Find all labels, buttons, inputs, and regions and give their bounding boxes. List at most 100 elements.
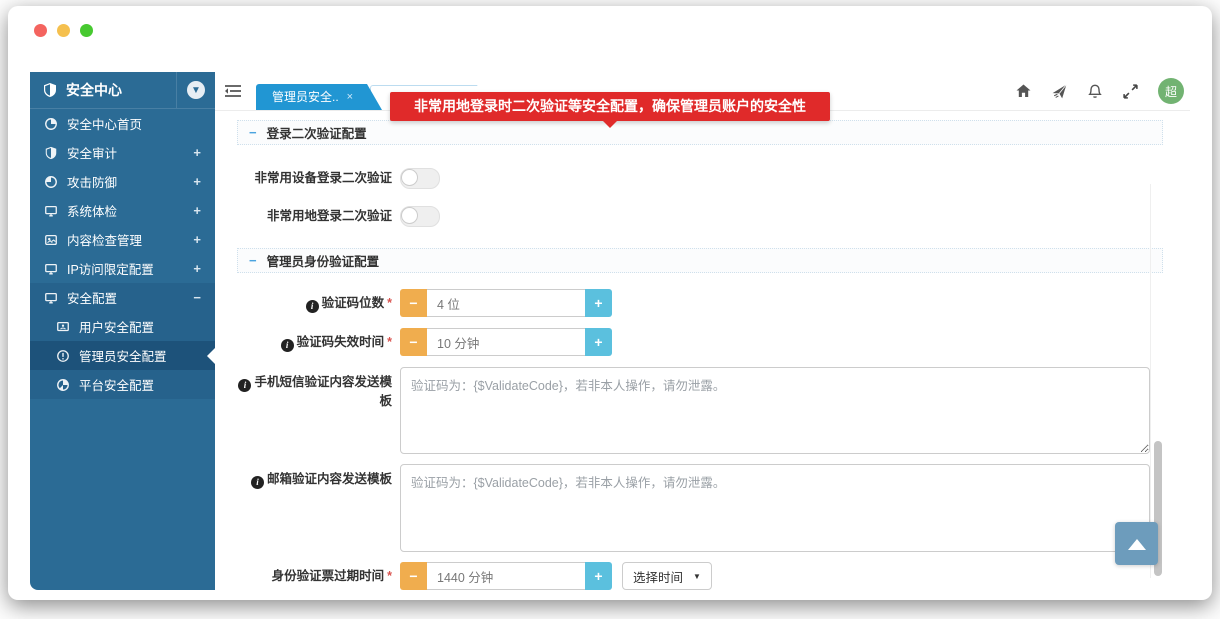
help-tooltip: 非常用地登录时二次验证等安全配置，确保管理员账户的安全性	[390, 92, 830, 121]
increment-button[interactable]: +	[585, 289, 612, 317]
sidebar-item-platform-security-config[interactable]: 平台安全配置	[30, 370, 215, 399]
expand-plus-icon[interactable]: +	[193, 261, 201, 276]
section-header-admin-identity[interactable]: − 管理员身份验证配置	[237, 248, 1163, 273]
sidebar-item-label: 系统体检	[67, 201, 193, 220]
home-icon[interactable]	[1015, 83, 1032, 99]
sidebar-title: 安全中心	[66, 80, 176, 100]
decrement-button[interactable]: −	[400, 562, 427, 590]
increment-button[interactable]: +	[585, 562, 612, 590]
unusual-device-2fa-toggle[interactable]	[400, 168, 440, 189]
field-label: 非常用设备登录二次验证	[237, 169, 392, 187]
decrement-button[interactable]: −	[400, 289, 427, 317]
code-digits-stepper: − +	[400, 289, 612, 317]
settings-panel: − 登录二次验证配置 非常用设备登录二次验证 非常用地登录二次验证 − 管理员身…	[215, 110, 1190, 590]
window-titlebar	[8, 6, 1212, 72]
sidebar-item-ip-access[interactable]: IP访问限定配置 +	[30, 254, 215, 283]
sidebar-item-label: 用户安全配置	[79, 317, 201, 336]
code-expiry-stepper: − +	[400, 328, 612, 356]
pie-icon	[56, 378, 70, 392]
shield-logo-icon	[42, 82, 58, 98]
sidebar-item-label: 管理员安全配置	[79, 346, 201, 365]
scroll-to-top-button[interactable]	[1115, 522, 1158, 565]
monitor-icon	[44, 204, 58, 218]
unusual-location-2fa-toggle[interactable]	[400, 206, 440, 227]
info-icon: i	[238, 379, 251, 392]
chevron-down-icon[interactable]: ▼	[187, 81, 205, 99]
required-asterisk: *	[387, 335, 392, 349]
field-label: 身份验证票过期时间*	[237, 567, 392, 585]
toggle-row-unusual-location: 非常用地登录二次验证	[237, 206, 1163, 226]
tab-admin-security[interactable]: 管理员安全.. ×	[256, 84, 382, 110]
sidebar-item-label: IP访问限定配置	[67, 259, 193, 278]
collapse-minus-icon[interactable]: −	[249, 125, 257, 140]
fullscreen-icon[interactable]	[1122, 83, 1139, 100]
globe-icon	[44, 175, 58, 189]
sidebar-item-security-home[interactable]: 安全中心首页	[30, 109, 215, 138]
tooltip-text: 非常用地登录时二次验证等安全配置，确保管理员账户的安全性	[414, 98, 806, 114]
menu-fold-icon[interactable]	[224, 83, 242, 99]
info-icon: i	[281, 339, 294, 352]
expand-plus-icon[interactable]: +	[193, 232, 201, 247]
increment-button[interactable]: +	[585, 328, 612, 356]
sidebar-item-label: 平台安全配置	[79, 375, 201, 394]
field-label: i手机短信验证内容发送模板	[237, 367, 392, 410]
expand-plus-icon[interactable]: +	[193, 203, 201, 218]
required-asterisk: *	[387, 569, 392, 583]
decrement-button[interactable]: −	[400, 328, 427, 356]
sidebar: 安全中心 ▼ 安全中心首页 安全审计 + 攻击防御 + 系统体检 +	[30, 72, 215, 590]
sidebar-item-label: 安全配置	[67, 288, 193, 307]
collapse-minus-icon[interactable]: −	[193, 290, 201, 305]
collapse-minus-icon[interactable]: −	[249, 253, 257, 268]
field-label: 非常用地登录二次验证	[237, 207, 392, 225]
field-label: i验证码失效时间*	[237, 333, 392, 352]
alert-circle-icon	[56, 349, 70, 363]
close-window-button[interactable]	[34, 24, 47, 37]
monitor-icon	[44, 262, 58, 276]
app-window: 安全中心 ▼ 安全中心首页 安全审计 + 攻击防御 + 系统体检 +	[8, 6, 1212, 600]
main-content: 管理员安全.. ×	[215, 72, 1190, 590]
sidebar-item-label: 安全中心首页	[67, 114, 201, 133]
sms-template-textarea[interactable]	[400, 367, 1150, 454]
toggle-knob	[401, 207, 418, 224]
monitor-icon	[44, 291, 58, 305]
card-icon	[44, 233, 58, 247]
sidebar-item-content-check[interactable]: 内容检查管理 +	[30, 225, 215, 254]
select-time-dropdown[interactable]: 选择时间 ▼	[622, 562, 712, 590]
field-label: i邮箱验证内容发送模板	[237, 464, 392, 489]
expand-plus-icon[interactable]: +	[193, 145, 201, 160]
ticket-expiry-input[interactable]	[427, 562, 585, 590]
field-row-code-digits: i验证码位数* − +	[237, 289, 1163, 317]
sidebar-header-divider	[176, 72, 177, 108]
sidebar-header: 安全中心 ▼	[30, 72, 215, 109]
field-row-ticket-expiry: 身份验证票过期时间* − + 选择时间 ▼	[237, 562, 1163, 590]
info-icon: i	[306, 300, 319, 313]
required-asterisk: *	[387, 296, 392, 310]
field-row-email-template: i邮箱验证内容发送模板	[237, 464, 1163, 552]
sidebar-item-attack-defense[interactable]: 攻击防御 +	[30, 167, 215, 196]
zoom-window-button[interactable]	[80, 24, 93, 37]
code-digits-input[interactable]	[427, 289, 585, 317]
bell-icon[interactable]	[1087, 83, 1103, 100]
minimize-window-button[interactable]	[57, 24, 70, 37]
field-row-sms-template: i手机短信验证内容发送模板	[237, 367, 1163, 454]
paper-plane-icon[interactable]	[1051, 83, 1068, 100]
sidebar-item-admin-security-config[interactable]: 管理员安全配置	[30, 341, 215, 370]
section-title: 登录二次验证配置	[267, 123, 367, 142]
field-label: i验证码位数*	[237, 294, 392, 313]
section-header-login-2fa[interactable]: − 登录二次验证配置	[237, 120, 1163, 145]
sidebar-item-security-config[interactable]: 安全配置 −	[30, 283, 215, 312]
code-expiry-input[interactable]	[427, 328, 585, 356]
toggle-knob	[401, 169, 418, 186]
monitor-user-icon	[56, 320, 70, 334]
ticket-expiry-stepper: − +	[400, 562, 612, 590]
sidebar-item-user-security-config[interactable]: 用户安全配置	[30, 312, 215, 341]
email-template-textarea[interactable]	[400, 464, 1150, 552]
sidebar-item-system-check[interactable]: 系统体检 +	[30, 196, 215, 225]
close-icon[interactable]: ×	[347, 84, 353, 110]
expand-plus-icon[interactable]: +	[193, 174, 201, 189]
sidebar-item-label: 攻击防御	[67, 172, 193, 191]
avatar[interactable]: 超	[1158, 78, 1184, 104]
sidebar-item-security-audit[interactable]: 安全审计 +	[30, 138, 215, 167]
caret-down-icon: ▼	[693, 572, 701, 581]
sidebar-item-label: 安全审计	[67, 143, 193, 162]
